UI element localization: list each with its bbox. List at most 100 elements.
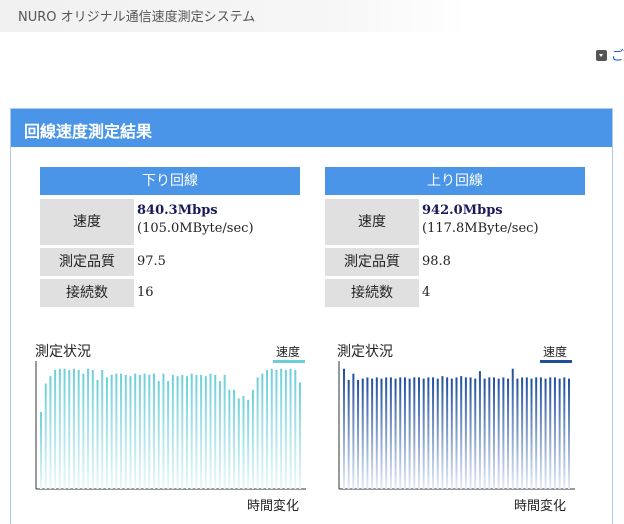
up-chart-bar: [427, 377, 430, 489]
down-chart-bar: [115, 373, 118, 489]
down-chart-bar: [157, 381, 160, 489]
down-speed-mbyte: (105.0MByte/sec): [137, 221, 254, 236]
up-speed-mbps: 942.0Mbps: [422, 203, 503, 218]
up-chart-bar: [460, 376, 463, 489]
down-chart-bar: [289, 368, 292, 489]
down-chart-bar: [54, 369, 57, 489]
down-quality-label: 測定品質: [40, 248, 134, 276]
down-chart-bar: [195, 374, 198, 489]
up-chart-bar: [469, 377, 472, 489]
up-chart-bar: [521, 377, 524, 489]
down-chart-bar: [294, 369, 297, 489]
up-chart-bar: [478, 371, 481, 489]
down-quality-value: 97.5: [137, 254, 166, 269]
up-speed-mbyte: (117.8MByte/sec): [422, 221, 539, 236]
up-chart-bar: [371, 378, 374, 489]
up-chart-bar: [530, 378, 533, 489]
uplink-header: 上り回線: [325, 167, 585, 195]
down-chart-bar: [200, 374, 203, 489]
down-chart-bar: [266, 369, 269, 489]
down-chart-bar: [299, 382, 301, 489]
down-chart-bar: [58, 368, 61, 489]
up-chart-bar: [403, 377, 406, 489]
down-chart-bar: [134, 373, 137, 489]
down-chart-bar: [153, 373, 156, 489]
down-chart-bar: [223, 374, 226, 489]
up-speed-value: 942.0Mbps (117.8MByte/sec): [422, 202, 539, 238]
down-chart-bar: [284, 369, 287, 489]
up-chart-bar: [516, 378, 519, 489]
down-chart-bar: [49, 376, 52, 489]
down-chart-bar: [77, 369, 80, 489]
up-chart-bar: [446, 377, 449, 489]
corner-link[interactable]: ご: [611, 45, 624, 64]
up-chart-xlabel: 時間変化: [514, 499, 567, 514]
up-chart-bar: [450, 378, 453, 489]
up-chart-bar: [549, 377, 552, 489]
down-chart-bar: [190, 373, 193, 489]
up-chart-bar: [474, 378, 477, 489]
up-chart-bar: [558, 378, 561, 489]
down-chart-bar: [247, 399, 250, 489]
down-chart-bar: [237, 398, 240, 489]
up-quality-label: 測定品質: [325, 248, 419, 276]
down-chart-bar: [218, 381, 221, 489]
result-panel: 回線速度測定結果 下り回線 速度 840.3Mbps (105.0MByte/s…: [10, 108, 613, 524]
up-chart-bar: [399, 377, 402, 489]
down-chart-bar: [63, 368, 66, 489]
down-chart-bar: [204, 376, 207, 489]
down-chart-bar: [171, 374, 174, 489]
site-title: NURO オリジナル通信速度測定システム: [18, 10, 256, 25]
up-chart-bar: [418, 377, 420, 489]
up-chart-bar: [385, 377, 388, 489]
up-chart-bar: [394, 378, 397, 489]
up-chart-bar: [352, 373, 355, 489]
down-chart-bar: [181, 374, 184, 489]
up-chart-bar: [380, 378, 383, 489]
down-connections-label: 接続数: [40, 279, 134, 307]
dropdown-arrow-icon[interactable]: [596, 50, 607, 61]
down-chart-bar: [251, 389, 254, 489]
up-chart-bar: [535, 377, 538, 489]
up-chart-bar: [455, 377, 458, 489]
down-chart-bar: [105, 377, 108, 489]
up-chart-bar: [497, 378, 500, 489]
down-chart-bar: [129, 376, 132, 489]
up-chart-bar: [441, 376, 444, 489]
down-chart-bar: [275, 369, 278, 489]
down-chart-bar: [143, 373, 146, 489]
up-chart-bar: [413, 377, 416, 489]
up-chart-title: 測定状況: [337, 344, 393, 360]
up-chart-bar: [436, 378, 439, 489]
down-chart-bar: [82, 373, 85, 489]
up-chart-bar: [389, 377, 392, 489]
down-chart-legend-label: 速度: [276, 345, 301, 359]
up-chart-bar: [507, 378, 510, 489]
page: NURO オリジナル通信速度測定システム ご 回線速度測定結果 下り回線 速度 …: [0, 0, 624, 524]
panel-title: 回線速度測定結果: [24, 122, 153, 141]
up-chart-bar: [553, 377, 556, 489]
down-chart-bar: [96, 379, 99, 489]
down-chart-bar: [72, 368, 75, 489]
down-chart-bar: [214, 374, 217, 489]
up-chart-bar: [488, 377, 491, 489]
down-chart-bar: [148, 374, 151, 489]
up-connections-value: 4: [422, 285, 431, 300]
down-chart-bar: [120, 373, 123, 489]
down-chart-xlabel: 時間変化: [247, 499, 300, 514]
down-chart-bar: [87, 368, 90, 489]
down-chart-bar: [101, 369, 104, 489]
down-chart-bar: [242, 396, 245, 489]
down-chart-bar: [228, 389, 231, 489]
up-quality-value: 98.8: [422, 254, 451, 269]
up-chart-bar: [366, 377, 369, 489]
down-chart-bar: [256, 377, 259, 489]
up-chart: [338, 361, 575, 490]
down-chart-bar: [280, 368, 283, 489]
down-chart-bar: [68, 369, 71, 489]
up-chart-bar: [422, 378, 425, 489]
down-chart-bar: [91, 369, 94, 489]
up-chart-bar: [493, 377, 495, 489]
down-connections-value: 16: [137, 285, 154, 300]
down-chart-bar: [124, 374, 127, 489]
